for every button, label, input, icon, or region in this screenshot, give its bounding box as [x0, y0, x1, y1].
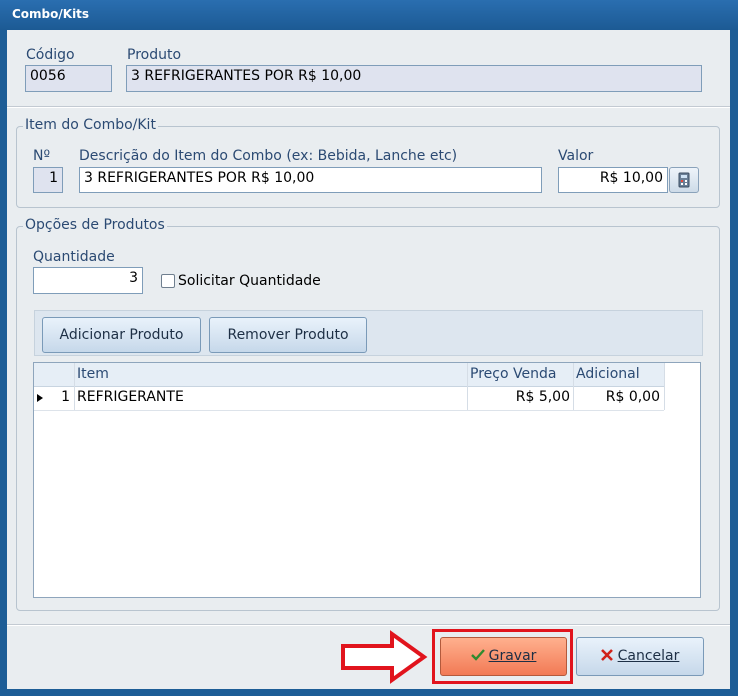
products-table: Item Preço Venda Adicional 1 REFRIGERANT…: [33, 362, 701, 598]
row-preco: R$ 5,00: [515, 389, 570, 405]
adicionar-produto-button[interactable]: Adicionar Produto: [42, 317, 201, 353]
produto-label: Produto: [127, 47, 182, 63]
row-item: REFRIGERANTE: [77, 389, 184, 405]
row-number: 1: [61, 389, 70, 405]
solicitar-quantidade-checkbox[interactable]: [161, 274, 175, 288]
column-header-adicional[interactable]: Adicional: [576, 366, 640, 382]
remover-produto-label: Remover Produto: [227, 327, 349, 343]
column-header-preco[interactable]: Preço Venda: [470, 366, 556, 382]
solicitar-quantidade-label[interactable]: Solicitar Quantidade: [178, 273, 321, 289]
item-combo-group-title: Item do Combo/Kit: [23, 117, 158, 133]
codigo-label: Código: [26, 47, 75, 63]
table-row[interactable]: 1 REFRIGERANTE R$ 5,00 R$ 0,00: [34, 386, 664, 411]
adicionar-produto-label: Adicionar Produto: [59, 327, 184, 343]
column-header-item[interactable]: Item: [77, 366, 109, 382]
codigo-field[interactable]: 0056: [25, 65, 112, 92]
opcoes-produtos-group-title: Opções de Produtos: [23, 217, 167, 233]
calculator-icon: [678, 172, 690, 188]
calculator-button[interactable]: [669, 167, 699, 193]
title-bar: Combo/Kits: [0, 0, 738, 30]
table-header: Item Preço Venda Adicional: [34, 363, 664, 387]
separator: [7, 106, 730, 108]
check-icon: [470, 649, 485, 661]
cancelar-label: Cancelar: [617, 648, 680, 664]
descricao-field[interactable]: 3 REFRIGERANTES POR R$ 10,00: [79, 167, 542, 193]
column-divider: [664, 363, 665, 410]
numero-label: Nº: [33, 148, 51, 164]
gravar-button[interactable]: Gravar: [440, 637, 567, 676]
x-icon: [600, 649, 613, 661]
combo-kits-window: Combo/Kits Código 0056 Produto 3 REFRIGE…: [0, 0, 738, 696]
numero-field[interactable]: 1: [33, 167, 63, 193]
quantidade-field[interactable]: 3: [33, 267, 143, 294]
remover-produto-button[interactable]: Remover Produto: [209, 317, 367, 353]
window-title: Combo/Kits: [12, 7, 90, 21]
row-adicional: R$ 0,00: [605, 389, 660, 405]
valor-field[interactable]: R$ 10,00: [558, 167, 668, 193]
produto-field[interactable]: 3 REFRIGERANTES POR R$ 10,00: [126, 65, 702, 92]
arrow-right-icon: [341, 630, 428, 684]
footer-separator: [7, 624, 730, 626]
row-pointer-icon: [37, 394, 43, 402]
valor-label: Valor: [558, 148, 594, 164]
quantidade-label: Quantidade: [33, 249, 115, 265]
dialog-client-area: Código 0056 Produto 3 REFRIGERANTES POR …: [7, 30, 730, 689]
descricao-label: Descrição do Item do Combo (ex: Bebida, …: [79, 148, 458, 164]
gravar-label: Gravar: [488, 648, 537, 664]
cancelar-button[interactable]: Cancelar: [576, 637, 704, 676]
